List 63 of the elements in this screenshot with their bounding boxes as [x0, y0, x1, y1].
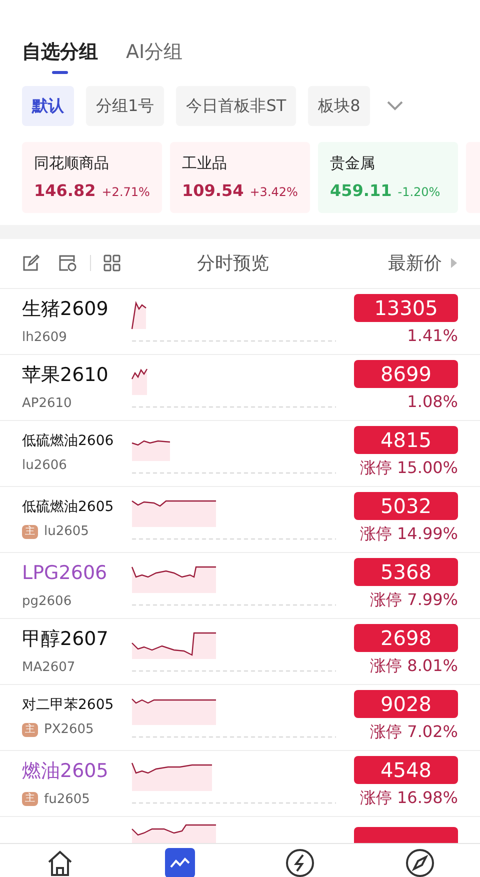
- index-change: +2.71%: [102, 184, 150, 200]
- contract-name: LPG2606: [22, 561, 108, 586]
- group-chip[interactable]: 分组1号: [86, 86, 164, 126]
- group-chip[interactable]: 默认: [22, 86, 74, 126]
- price-badge: 13305: [354, 294, 458, 322]
- contract-code: lh2609: [22, 328, 67, 346]
- index-value: 146.82: [34, 180, 96, 202]
- index-change: +3.42%: [250, 184, 298, 200]
- contract-name: 燃油2605: [22, 759, 110, 784]
- contract-code: MA2607: [22, 658, 76, 676]
- price-badge: 4548: [354, 756, 458, 784]
- contract-code: PX2605: [44, 720, 94, 739]
- quote-row[interactable]: 苹果2610 AP2610 8699 1.08%: [0, 354, 480, 420]
- change-percent: 涨停 7.02%: [370, 721, 458, 743]
- contract-name: 生猪2609: [22, 297, 110, 322]
- main-contract-badge: 主: [22, 792, 38, 806]
- main-contract-badge: 主: [22, 524, 38, 538]
- index-value: 109.54: [182, 180, 244, 202]
- index-name: 同花顺商品: [34, 153, 110, 174]
- index-value: 459.11: [330, 180, 392, 202]
- contract-name: 甲醇2607: [22, 627, 110, 652]
- index-name: 工业品: [182, 153, 228, 174]
- price-badge: 2698: [354, 624, 458, 652]
- column-header: 分时预览: [197, 252, 269, 276]
- group-tab[interactable]: 自选分组: [22, 38, 98, 74]
- index-card[interactable]: 贵金属 459.11 -1.20%: [318, 142, 458, 212]
- change-percent: 1.08%: [407, 391, 458, 413]
- change-percent: 涨停 7.99%: [370, 589, 458, 611]
- index-name: 贵金属: [330, 153, 376, 174]
- quote-row[interactable]: 低硫燃油2605 主 lu2605 5032 涨停 14.99%: [0, 486, 480, 552]
- price-badge: 9028: [354, 690, 458, 718]
- contract-name: 苹果2610: [22, 363, 110, 388]
- quote-row[interactable]: 生猪2609 lh2609 13305 1.41%: [0, 288, 480, 354]
- group-chip[interactable]: 今日首板非ST: [176, 86, 296, 126]
- group-chip[interactable]: 板块8: [308, 86, 370, 126]
- quote-row[interactable]: LPG2606 pg2606 5368 涨停 7.99%: [0, 552, 480, 618]
- quote-row[interactable]: 燃油2605 主 fu2605 4548 涨停 16.98%: [0, 750, 480, 816]
- quote-row[interactable]: 甲醇2607 MA2607 2698 涨停 8.01%: [0, 618, 480, 684]
- contract-name: 低硫燃油2606: [22, 432, 115, 451]
- change-percent: 1.41%: [407, 325, 458, 347]
- contract-code: pg2606: [22, 592, 72, 610]
- contract-code: AP2610: [22, 394, 72, 412]
- index-card[interactable]: 工业品 109.54 +3.42%: [170, 142, 310, 212]
- price-badge: 8699: [354, 360, 458, 388]
- price-badge: 5032: [354, 492, 458, 520]
- price-badge: 5368: [354, 558, 458, 586]
- quote-row[interactable]: 对二甲苯2605 主 PX2605 9028 涨停 7.02%: [0, 684, 480, 750]
- quote-row[interactable]: 低硫燃油2606 lu2606 4815 涨停 15.00%: [0, 420, 480, 486]
- contract-name: 对二甲苯2605: [22, 696, 115, 715]
- contract-code: lu2605: [44, 522, 89, 541]
- price-badge: 4815: [354, 426, 458, 454]
- change-percent: 涨停 8.01%: [370, 655, 458, 677]
- change-percent: 涨停 15.00%: [360, 457, 458, 479]
- change-percent: 涨停 14.99%: [360, 523, 458, 545]
- change-percent: 涨停 16.98%: [360, 787, 458, 809]
- index-card[interactable]: 同花顺商品 146.82 +2.71%: [22, 142, 162, 212]
- contract-name: 低硫燃油2605: [22, 498, 115, 517]
- contract-code: lu2606: [22, 456, 67, 475]
- column-header[interactable]: 最新价: [388, 250, 442, 276]
- index-change: -1.20%: [398, 184, 440, 200]
- group-tab[interactable]: AI分组: [126, 38, 183, 74]
- contract-code: fu2605: [44, 790, 90, 808]
- main-contract-badge: 主: [22, 722, 38, 736]
